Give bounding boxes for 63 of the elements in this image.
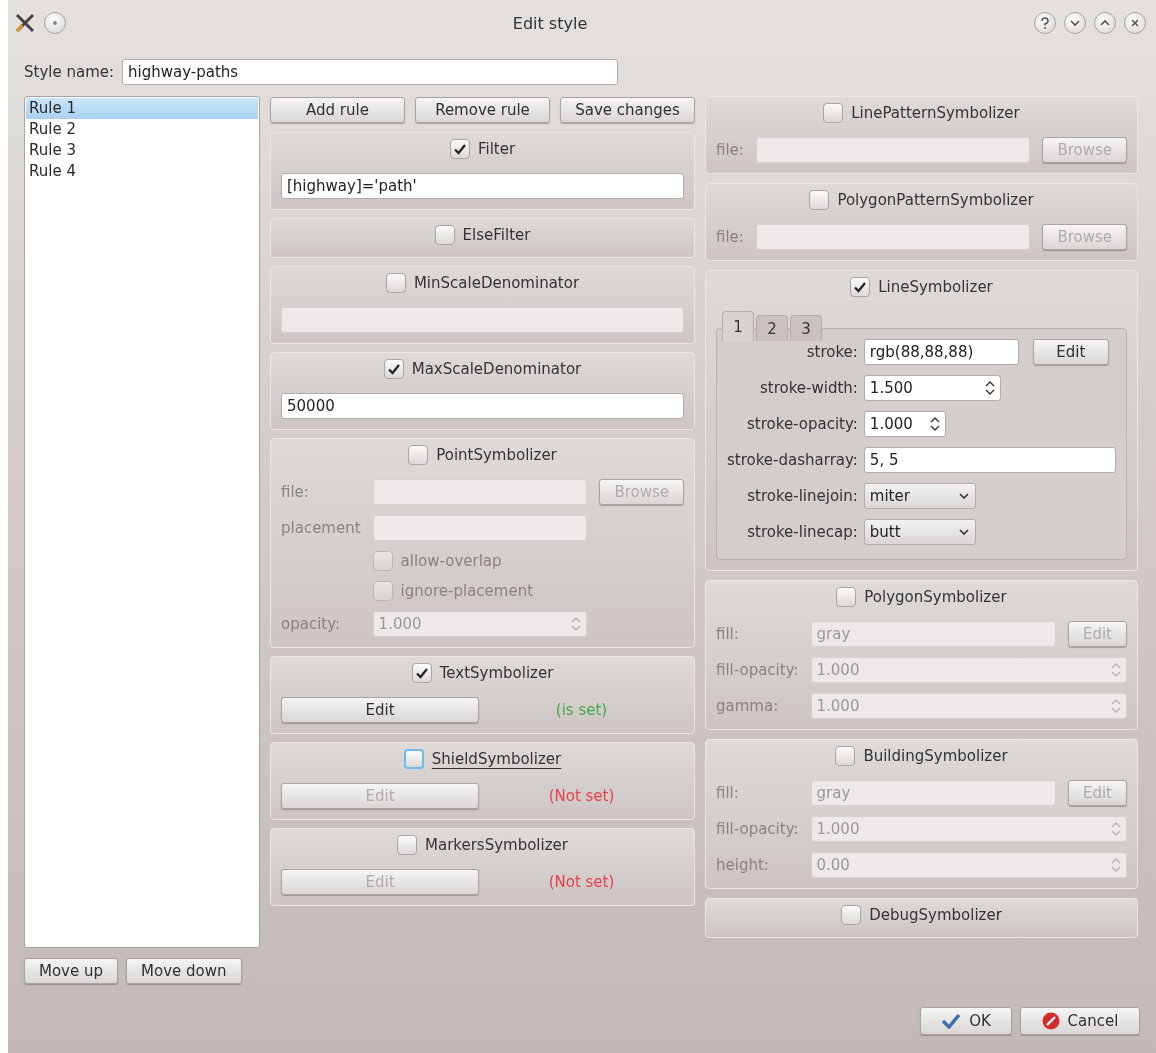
dropdown[interactable]: miter [863,483,976,509]
field-label: stroke-width: [758,379,858,397]
status-text: (Not set) [547,873,616,891]
field-label: stroke: [805,343,858,361]
field-label: stroke-linejoin: [746,487,858,505]
field-label: placement [281,519,361,537]
group-title: MarkersSymbolizer [425,836,568,854]
checkbox-label: allow-overlap [400,552,502,570]
field-label: file: [281,483,310,501]
field-label: fill: [716,784,740,802]
field-label: gamma: [716,697,780,715]
spin-box[interactable]: 1.000 [863,411,946,437]
style-name-field[interactable]: highway-paths [122,59,619,85]
group-title: PolygonPatternSymbolizer [837,191,1034,209]
status-text: (Not set) [547,787,616,805]
tab[interactable]: 1 [722,311,754,341]
rule-item[interactable]: Rule 1 [26,98,258,119]
field-label: file: [716,141,744,159]
move-up-button[interactable]: Move up [24,958,119,984]
group-title: PointSymbolizer [436,446,557,464]
group-title: ShieldSymbolizer [431,750,562,768]
edit-button[interactable]: Edit [281,697,479,723]
group-title: MinScaleDenominator [413,274,580,292]
field-label: file: [716,228,744,246]
ok-button[interactable]: OK [920,1007,1012,1035]
style-name-label: Style name: [24,63,115,81]
spin-box[interactable]: 1.500 [863,375,1001,401]
color-field[interactable]: rgb(88,88,88) [863,339,1019,365]
group-title: TextSymbolizer [439,664,554,682]
window-title: Edit style [511,13,589,33]
group-title: DebugSymbolizer [869,906,1002,924]
field-label: stroke-opacity: [746,415,858,433]
group-title: MaxScaleDenominator [411,360,582,378]
toolbar-button[interactable]: Remove rule [415,97,550,123]
field-label: opacity: [281,615,342,633]
field-label: fill: [716,625,740,643]
rule-item[interactable]: Rule 4 [26,161,258,182]
field-label: stroke-dasharray: [727,451,858,469]
group-title: LinePatternSymbolizer [851,104,1020,122]
tab[interactable]: 2 [756,315,788,341]
text-field[interactable]: 50000 [281,393,684,419]
cancel-button[interactable]: Cancel [1020,1007,1140,1035]
text-field[interactable]: 5, 5 [863,447,1116,473]
group-title: PolygonSymbolizer [864,588,1007,606]
group-title: LineSymbolizer [878,278,993,296]
toolbar-button[interactable]: Save changes [560,97,695,123]
text-field[interactable]: [highway]='path' [281,173,684,199]
rule-item[interactable]: Rule 2 [26,119,258,140]
edit-button[interactable]: Edit [1032,339,1109,365]
rule-item[interactable]: Rule 3 [26,140,258,161]
tab[interactable]: 3 [790,315,822,341]
field-label: fill-opacity: [716,820,799,838]
group-title: Filter [477,140,516,158]
field-label: fill-opacity: [716,661,799,679]
move-down-button[interactable]: Move down [126,958,242,984]
field-label: height: [716,856,770,874]
dropdown[interactable]: butt [863,519,976,545]
checkbox-label: ignore-placement [400,582,534,600]
field-label: stroke-linecap: [746,523,858,541]
status-text: (is set) [554,701,609,719]
group-title: ElseFilter [462,226,531,244]
group-title: BuildingSymbolizer [863,747,1008,765]
toolbar-button[interactable]: Add rule [270,97,405,123]
